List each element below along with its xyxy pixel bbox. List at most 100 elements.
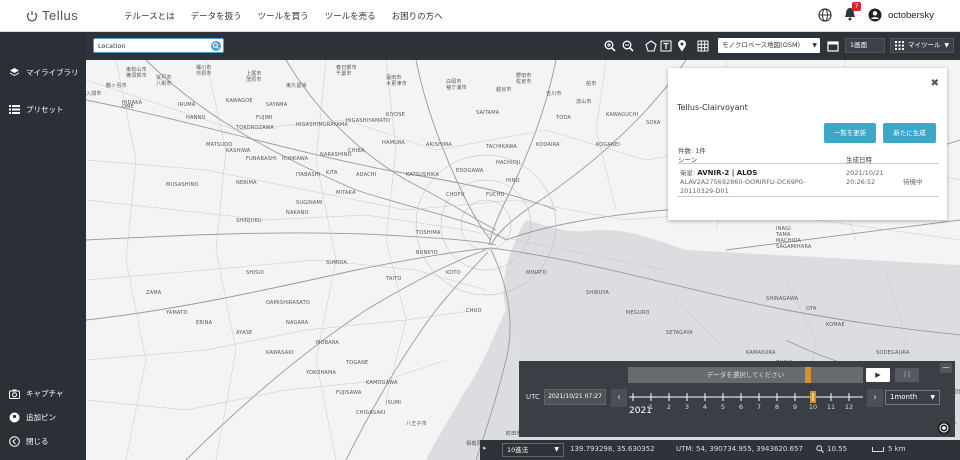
map-place-label: HAMURA bbox=[382, 140, 406, 146]
play-button[interactable]: ▶ bbox=[866, 368, 890, 382]
scale-readout: 5 km bbox=[872, 445, 906, 453]
timeline-next-button[interactable]: › bbox=[867, 389, 883, 407]
notifications[interactable]: 7 bbox=[844, 2, 862, 23]
text-icon bbox=[660, 40, 672, 52]
timeline-month-label[interactable]: 11 bbox=[827, 403, 835, 411]
basemap-select[interactable]: モノクロベース地図(OSM) ▼ bbox=[718, 38, 820, 53]
tellus-logo-icon bbox=[26, 10, 38, 21]
map-place-label: 吉川市 bbox=[546, 91, 562, 97]
panel-title: Tellus-Clairvoyant bbox=[677, 103, 748, 112]
timeline-month-label[interactable]: 5 bbox=[721, 403, 725, 411]
timeline-year: 2021 bbox=[629, 406, 652, 416]
zoom-in-button[interactable] bbox=[603, 39, 617, 53]
user-name[interactable]: octobersky bbox=[888, 10, 934, 21]
zoom-out-button[interactable] bbox=[621, 39, 635, 53]
chevron-left-icon bbox=[9, 436, 20, 447]
sidebar-item-presets[interactable]: プリセット bbox=[9, 104, 64, 115]
pause-button[interactable]: | | bbox=[895, 368, 919, 382]
timeline-range-select[interactable]: 1month ▼ bbox=[885, 390, 940, 405]
timeline-month-label[interactable]: 2 bbox=[667, 403, 671, 411]
zoom-value: 10.55 bbox=[827, 445, 848, 453]
search-button[interactable] bbox=[211, 41, 221, 51]
timeline-month-label[interactable]: 3 bbox=[685, 403, 689, 411]
globe-icon[interactable] bbox=[818, 8, 832, 22]
timeline-month-label[interactable]: 12 bbox=[845, 403, 853, 411]
chevron-down-icon: ▼ bbox=[812, 42, 817, 49]
timeline-month-label[interactable]: 8 bbox=[775, 403, 779, 411]
map-place-label: ZAMA bbox=[146, 290, 162, 296]
timeline-month-label[interactable]: 4 bbox=[703, 403, 707, 411]
utm-readout: UTM: 54, 390734.955, 3943620.657 bbox=[676, 445, 803, 453]
apps-icon bbox=[895, 41, 904, 50]
map-place-label: KAMOGAWA bbox=[366, 380, 398, 386]
nav-link-about[interactable]: テルースとは bbox=[124, 10, 175, 22]
mytool-select-value: マイツール bbox=[908, 41, 941, 49]
map-place-label: 柏市 bbox=[586, 81, 597, 87]
map-place-label: SOKA bbox=[646, 120, 661, 126]
coord-format-select[interactable]: 10進法 ▼ bbox=[502, 443, 564, 457]
polygon-tool-button[interactable] bbox=[644, 39, 658, 53]
date-line-2: 20:26:52 bbox=[846, 178, 876, 186]
map-place-label: KOGANEI bbox=[596, 142, 621, 148]
utc-label: UTC bbox=[526, 393, 540, 401]
map-place-label: SUGINAMI bbox=[296, 200, 323, 206]
map-place-label: MITAKA bbox=[336, 190, 356, 196]
timeline-prev-button[interactable]: ‹ bbox=[611, 389, 627, 407]
timeline-date-input[interactable]: 2021/10/21 07:27 bbox=[544, 389, 606, 405]
sidebar-item-add-pin[interactable]: 追加ピン bbox=[9, 412, 56, 423]
nav-link-data[interactable]: データを扱う bbox=[191, 10, 242, 22]
map-place-label: 入間市 bbox=[86, 91, 102, 97]
map-place-label: HIGASHIYAMATO bbox=[346, 118, 390, 124]
text-tool-button[interactable] bbox=[659, 39, 673, 53]
nav-link-buy-tools[interactable]: ツールを買う bbox=[258, 10, 309, 22]
split-view-button[interactable] bbox=[826, 39, 840, 53]
map-place-label: TOKOROZAWA bbox=[236, 125, 275, 131]
map-place-label: SAYAMA bbox=[266, 102, 288, 108]
timeline-collapse-button[interactable]: — bbox=[940, 363, 952, 373]
basemap-select-value: モノクロベース地図(OSM) bbox=[722, 41, 801, 49]
map-place-label: SODEGAURA bbox=[876, 350, 910, 356]
map-place-label: 鶴ヶ島市 bbox=[106, 83, 127, 89]
timeline-track[interactable]: 1 2 3 4 5 6 7 8 9 10 11 12 bbox=[629, 389, 863, 419]
scale-value: 5 km bbox=[888, 445, 906, 453]
sidebar-item-label: マイライブラリ bbox=[26, 68, 79, 77]
map-place-label: KATSUSHIKA bbox=[406, 172, 440, 178]
refresh-list-button[interactable]: 一覧を更新 bbox=[824, 123, 876, 143]
list-icon bbox=[9, 105, 20, 114]
map-place-label: ISUMI bbox=[386, 400, 402, 406]
grid-tool-button[interactable] bbox=[696, 39, 710, 53]
location-search-input[interactable] bbox=[94, 41, 206, 50]
timeline-month-label[interactable]: 6 bbox=[739, 403, 743, 411]
account-icon[interactable] bbox=[868, 8, 882, 22]
layers-icon bbox=[10, 68, 19, 76]
marker-tool-button[interactable] bbox=[675, 39, 689, 53]
expand-arrow-icon[interactable]: ▸ bbox=[483, 444, 487, 452]
map-place-label: KAWASAKI bbox=[266, 350, 294, 356]
mytool-select[interactable]: マイツール ▼ bbox=[890, 38, 954, 53]
map-place-label: 八王子市 bbox=[406, 421, 427, 427]
nav-link-help[interactable]: お困りの方へ bbox=[392, 10, 443, 22]
map-place-label: HINO bbox=[506, 178, 520, 184]
timeline-month-label[interactable]: 7 bbox=[757, 403, 761, 411]
clairvoyant-panel: ✖ Tellus-Clairvoyant 一覧を更新 新たに生成 件数: 1件 … bbox=[668, 68, 947, 220]
map-place-label: TODA bbox=[556, 115, 571, 121]
table-row[interactable]: 衛星: AVNIR-2 | ALOS ALAV2A275692860-OORIR… bbox=[678, 163, 938, 197]
timeline-month-label[interactable]: 9 bbox=[793, 403, 797, 411]
split-select[interactable]: 1画面 bbox=[845, 38, 885, 53]
close-icon[interactable]: ✖ bbox=[931, 78, 939, 89]
tellus-logo[interactable]: Tellus bbox=[26, 8, 78, 23]
timeline-month-label[interactable]: 10 bbox=[809, 403, 817, 411]
nav-link-sell-tools[interactable]: ツールを売る bbox=[325, 10, 376, 22]
sidebar-item-close[interactable]: 閉じる bbox=[9, 436, 49, 447]
map-place-label: KODAIRA bbox=[536, 142, 560, 148]
locate-target-icon[interactable] bbox=[937, 421, 951, 435]
top-nav: Tellus テルースとは データを扱う ツールを買う ツールを売る お困りの方… bbox=[0, 0, 960, 32]
sidebar-item-my-library[interactable]: マイライブラリ bbox=[9, 67, 79, 78]
timeline-current-marker[interactable] bbox=[805, 367, 811, 383]
map-place-label: ITABASHI bbox=[296, 172, 321, 178]
generate-new-button[interactable]: 新たに生成 bbox=[883, 123, 936, 143]
map-place-label: KASHIWA bbox=[226, 148, 251, 154]
timeline-data-bar[interactable]: データを選択してください bbox=[628, 367, 863, 383]
sidebar-item-capture[interactable]: キャプチャ bbox=[9, 388, 63, 399]
map-place-label: SHIBUYA bbox=[586, 290, 609, 296]
